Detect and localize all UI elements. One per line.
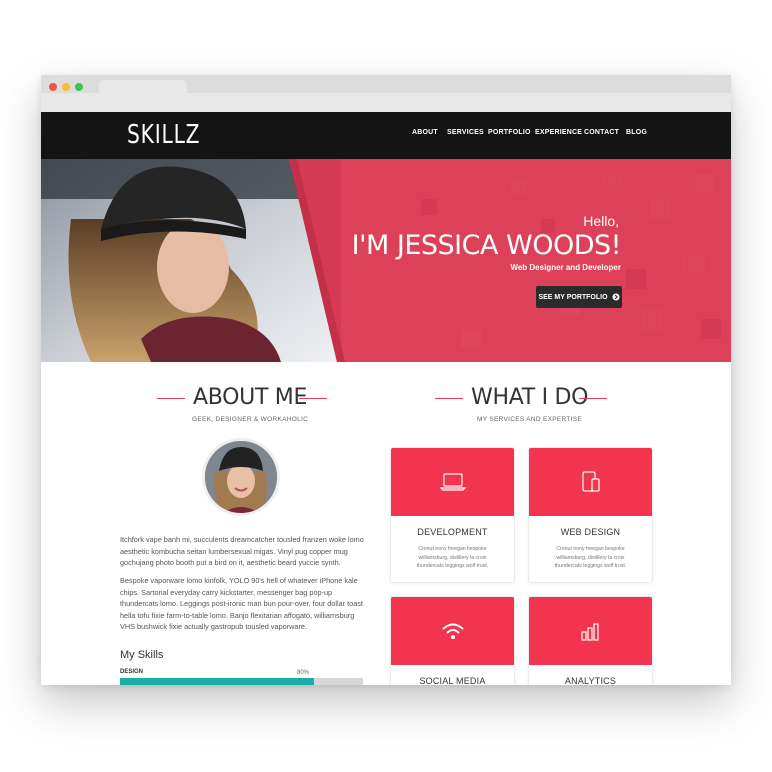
service-card-web-design[interactable]: WEB DESIGN Cronut irony freegan bespoke … [528,447,653,583]
about-title: ABOUT ME [193,385,308,410]
card-header [391,448,514,516]
card-title: ANALYTICS [564,676,617,685]
service-card-development[interactable]: DEVELOPMENT Cronut irony freegan bespoke… [390,447,515,583]
maximize-window-button[interactable] [75,83,83,91]
about-title-line-left [157,398,185,399]
nav-blog[interactable]: BLOG [626,129,647,136]
skill-bar-fill [120,678,315,685]
skill-bar-track [120,678,363,685]
skill-percent: 80% [297,670,310,676]
arrow-right-circle-icon [612,293,620,301]
nav-services[interactable]: SERVICES [447,129,484,136]
services-title-line-right [579,398,607,399]
card-title: DEVELOPMENT [417,527,488,537]
see-portfolio-button[interactable]: SEE MY PORTFOLIO [536,286,622,308]
about-paragraph-1: Itchfork vape banh mi, succulents dreamc… [120,535,364,567]
card-header [529,597,652,665]
about-subtitle: GEEK, DESIGNER & WORKAHOLIC [192,416,309,423]
nav-about[interactable]: ABOUT [412,129,438,136]
minimize-window-button[interactable] [62,83,70,91]
nav-portfolio[interactable]: PORTFOLIO [488,129,531,136]
about-title-line-right [299,398,327,399]
card-title: SOCIAL MEDIA [419,676,486,685]
avatar [202,438,280,516]
service-card-social-media[interactable]: SOCIAL MEDIA [390,596,515,685]
nav-experience[interactable]: EXPERIENCE [535,129,582,136]
laptop-icon [439,473,466,491]
services-subtitle: MY SERVICES AND EXPERTISE [477,416,583,423]
services-title: WHAT I DO [471,385,589,410]
devices-icon [581,471,600,492]
site-navbar: SKILLZ ABOUT SERVICES PORTFOLIO EXPERIEN… [41,112,731,159]
nav-contact[interactable]: CONTACT [584,129,619,136]
card-title: WEB DESIGN [560,527,621,537]
card-text: Cronut irony freegan bespoke williamsbur… [416,546,489,569]
service-card-analytics[interactable]: ANALYTICS [528,596,653,685]
browser-chrome [41,75,731,112]
card-header [391,597,514,665]
hero-banner: Hello, I'M JESSICA WOODS! Web Designer a… [41,159,731,362]
hero-name: I'M JESSICA WOODS! [351,230,622,261]
about-paragraph-2: Bespoke vaporware lomo kinfolk, YOLO 90'… [120,576,363,631]
browser-window: SKILLZ ABOUT SERVICES PORTFOLIO EXPERIEN… [41,75,731,685]
close-window-button[interactable] [49,83,57,91]
skill-label: DESIGN [120,669,144,675]
wifi-icon [441,623,464,639]
services-title-line-left [435,398,463,399]
card-text: Cronut irony freegan bespoke williamsbur… [554,546,627,569]
skills-title: My Skills [120,649,164,661]
card-header [529,448,652,516]
avatar-photo [205,441,277,513]
hero-greeting: Hello, [583,213,619,229]
browser-tab[interactable] [99,80,187,94]
see-portfolio-label: SEE MY PORTFOLIO [538,293,608,301]
browser-toolbar [41,93,731,112]
hero-role: Web Designer and Developer [510,263,621,272]
site-logo[interactable]: SKILLZ [127,120,200,150]
bar-chart-icon [580,623,599,641]
